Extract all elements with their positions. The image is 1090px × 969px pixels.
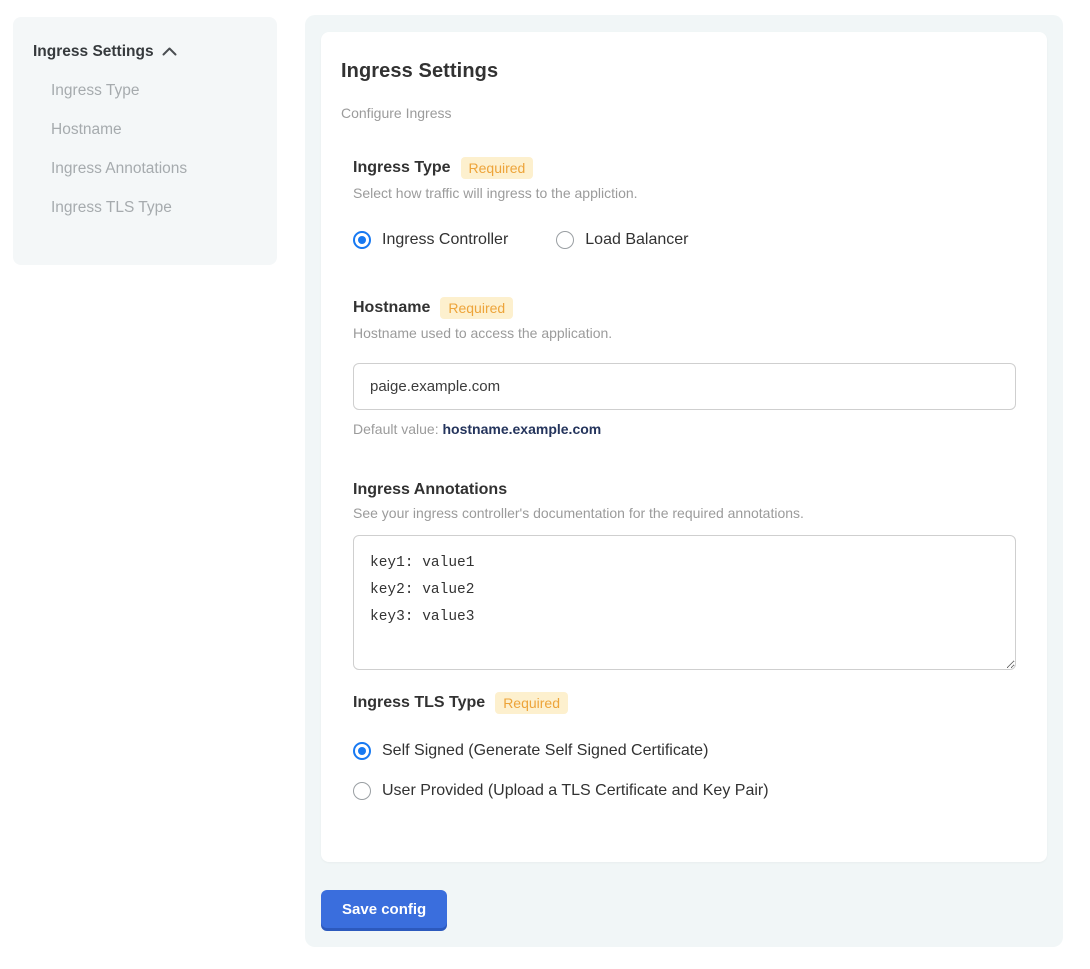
ingress-tls-radio-group: Self Signed (Generate Self Signed Certif…: [353, 742, 1015, 800]
config-sidebar: Ingress Settings Ingress Type Hostname I…: [13, 17, 277, 265]
radio-button-user-provided[interactable]: [353, 782, 371, 800]
section-title-hostname: Hostname: [353, 299, 430, 317]
sidebar-group-label: Ingress Settings: [33, 43, 154, 61]
sidebar-item-hostname[interactable]: Hostname: [33, 110, 257, 149]
radio-option-ingress-controller[interactable]: Ingress Controller: [353, 231, 508, 249]
default-value-text: hostname.example.com: [443, 421, 602, 437]
save-config-button[interactable]: Save config: [321, 890, 447, 928]
hostname-default-value: Default value: hostname.example.com: [353, 421, 1015, 437]
radio-button-ingress-controller[interactable]: [353, 231, 371, 249]
sidebar-item-ingress-annotations[interactable]: Ingress Annotations: [33, 149, 257, 188]
section-help-ingress-type: Select how traffic will ingress to the a…: [353, 185, 1015, 201]
section-title-ingress-tls-type: Ingress TLS Type: [353, 694, 485, 712]
section-help-ingress-annotations: See your ingress controller's documentat…: [353, 505, 1015, 521]
chevron-up-icon: [162, 43, 177, 61]
ingress-type-radio-group: Ingress Controller Load Balancer: [353, 231, 1015, 249]
section-title-ingress-annotations: Ingress Annotations: [353, 481, 507, 499]
sidebar-item-ingress-tls-type[interactable]: Ingress TLS Type: [33, 188, 257, 227]
radio-option-user-provided[interactable]: User Provided (Upload a TLS Certificate …: [353, 782, 1015, 800]
radio-option-self-signed[interactable]: Self Signed (Generate Self Signed Certif…: [353, 742, 1015, 760]
ingress-annotations-textarea[interactable]: key1: value1 key2: value2 key3: value3: [353, 535, 1016, 670]
card-subtitle: Configure Ingress: [341, 105, 1015, 121]
hostname-input[interactable]: [353, 363, 1016, 410]
section-title-ingress-type: Ingress Type: [353, 159, 451, 177]
section-hostname: Hostname Required Hostname used to acces…: [353, 297, 1015, 437]
required-badge: Required: [440, 297, 513, 319]
radio-button-load-balancer[interactable]: [556, 231, 574, 249]
config-panel: Ingress Settings Configure Ingress Ingre…: [305, 15, 1063, 947]
radio-label: Self Signed (Generate Self Signed Certif…: [382, 742, 708, 760]
card-title: Ingress Settings: [341, 60, 1015, 83]
radio-label: Ingress Controller: [382, 231, 508, 249]
radio-label: User Provided (Upload a TLS Certificate …: [382, 782, 769, 800]
section-ingress-tls-type: Ingress TLS Type Required Self Signed (G…: [353, 692, 1015, 800]
default-value-label: Default value:: [353, 421, 443, 437]
radio-option-load-balancer[interactable]: Load Balancer: [556, 231, 688, 249]
form-sections: Ingress Type Required Select how traffic…: [353, 157, 1015, 800]
required-badge: Required: [461, 157, 534, 179]
radio-label: Load Balancer: [585, 231, 688, 249]
sidebar-group-ingress-settings[interactable]: Ingress Settings: [33, 43, 257, 61]
section-ingress-type: Ingress Type Required Select how traffic…: [353, 157, 1015, 249]
section-ingress-annotations: Ingress Annotations See your ingress con…: [353, 481, 1015, 670]
ingress-settings-card: Ingress Settings Configure Ingress Ingre…: [321, 32, 1047, 862]
sidebar-item-list: Ingress Type Hostname Ingress Annotation…: [33, 71, 257, 227]
required-badge: Required: [495, 692, 568, 714]
sidebar-item-ingress-type[interactable]: Ingress Type: [33, 71, 257, 110]
radio-button-self-signed[interactable]: [353, 742, 371, 760]
section-help-hostname: Hostname used to access the application.: [353, 325, 1015, 341]
